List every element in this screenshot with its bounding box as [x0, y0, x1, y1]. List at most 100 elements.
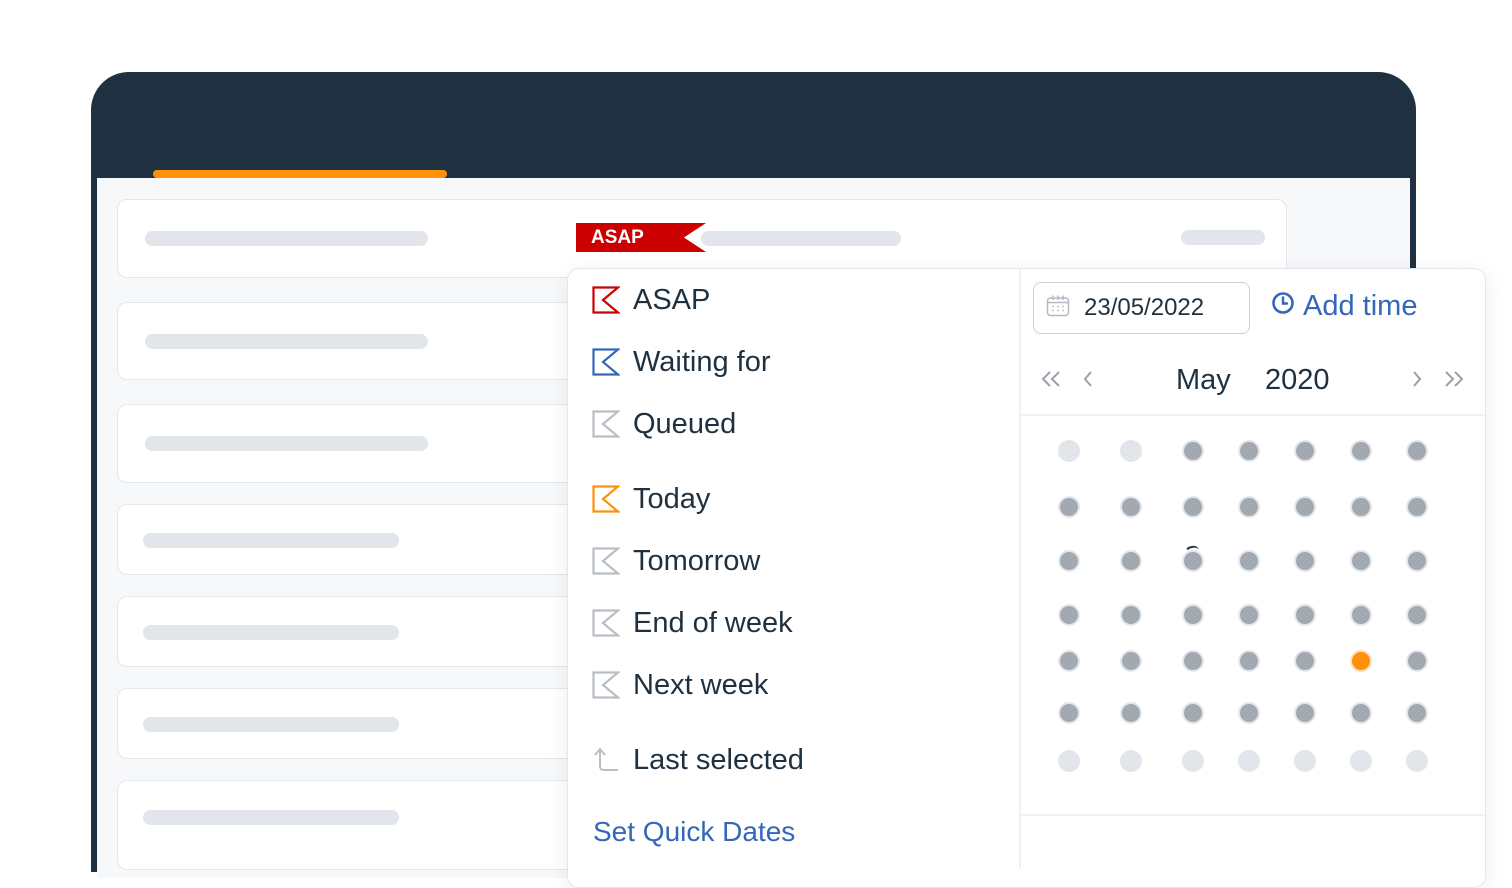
- skeleton-meta: [1181, 230, 1265, 245]
- calendar-day[interactable]: [1238, 750, 1260, 772]
- calendar-day[interactable]: [1350, 440, 1372, 462]
- clock-icon: [1271, 290, 1303, 323]
- flag-icon: [592, 286, 620, 314]
- calendar-day[interactable]: [1406, 650, 1428, 672]
- calendar-day[interactable]: [1294, 550, 1316, 572]
- return-arrow-icon: [592, 746, 620, 774]
- calendar-day[interactable]: [1058, 650, 1080, 672]
- calendar-day[interactable]: [1182, 650, 1204, 672]
- skeleton-subject: [701, 231, 901, 246]
- calendar-year-select[interactable]: 2020: [1265, 364, 1330, 397]
- calendar-day[interactable]: [1238, 702, 1260, 724]
- calendar-day[interactable]: [1182, 750, 1204, 772]
- quick-date-tomorrow[interactable]: Tomorrow: [592, 541, 760, 581]
- calendar-day[interactable]: [1120, 604, 1142, 626]
- skeleton-title: [145, 231, 428, 246]
- flag-icon: [592, 609, 620, 637]
- calendar-day[interactable]: [1350, 604, 1372, 626]
- calendar-month-select[interactable]: May: [1176, 364, 1231, 397]
- flag-icon: [592, 547, 620, 575]
- calendar-day[interactable]: [1120, 550, 1142, 572]
- next-month-button[interactable]: [1402, 366, 1432, 396]
- calendar-day[interactable]: [1182, 496, 1204, 518]
- quick-date-next-week[interactable]: Next week: [592, 665, 768, 705]
- quick-date-label: Last selected: [633, 743, 804, 776]
- calendar-day[interactable]: [1294, 650, 1316, 672]
- quick-date-label: Next week: [633, 668, 769, 701]
- quick-date-today[interactable]: Today: [592, 479, 710, 519]
- calendar-day[interactable]: [1406, 550, 1428, 572]
- calendar-day[interactable]: [1238, 440, 1260, 462]
- skeleton-title: [143, 717, 399, 732]
- active-tab-indicator[interactable]: [153, 170, 447, 178]
- quick-date-last-selected[interactable]: Last selected: [592, 740, 804, 780]
- skeleton-title: [145, 436, 428, 451]
- skeleton-title: [143, 533, 399, 548]
- flag-icon: [592, 348, 620, 376]
- add-time-button[interactable]: Add time: [1271, 290, 1417, 323]
- popup-divider: [1019, 269, 1021, 869]
- quick-date-label: Today: [633, 482, 711, 515]
- calendar-day[interactable]: [1350, 702, 1372, 724]
- calendar-day[interactable]: [1350, 750, 1372, 772]
- calendar-day[interactable]: [1294, 604, 1316, 626]
- skeleton-title: [143, 625, 399, 640]
- calendar-day[interactable]: [1182, 702, 1204, 724]
- prev-month-button[interactable]: [1073, 366, 1103, 396]
- flag-icon: [592, 671, 620, 699]
- calendar-day[interactable]: [1406, 496, 1428, 518]
- date-input[interactable]: 23/05/2022: [1033, 282, 1250, 334]
- calendar-day[interactable]: [1120, 750, 1142, 772]
- calendar-day[interactable]: [1120, 650, 1142, 672]
- quick-date-queued[interactable]: Queued: [592, 404, 736, 444]
- calendar-day-selected[interactable]: [1350, 650, 1372, 672]
- quick-date-asap[interactable]: ASAP: [592, 280, 710, 320]
- calendar-day[interactable]: [1238, 496, 1260, 518]
- calendar-icon: [1046, 295, 1070, 321]
- calendar-day[interactable]: [1182, 440, 1204, 462]
- calendar-day[interactable]: [1406, 750, 1428, 772]
- calendar-day[interactable]: [1058, 440, 1080, 462]
- list-item[interactable]: [117, 199, 1287, 278]
- calendar-day[interactable]: [1058, 550, 1080, 572]
- calendar-day[interactable]: [1058, 604, 1080, 626]
- flag-icon: [592, 410, 620, 438]
- calendar-day[interactable]: [1058, 750, 1080, 772]
- calendar-day[interactable]: [1120, 496, 1142, 518]
- chevron-left-icon: [1082, 370, 1094, 392]
- calendar-day[interactable]: [1350, 550, 1372, 572]
- calendar-day[interactable]: [1294, 702, 1316, 724]
- calendar-header-divider: [1020, 414, 1484, 416]
- double-chevron-left-icon: [1040, 370, 1062, 392]
- quick-date-label: Waiting for: [633, 345, 771, 378]
- calendar-day[interactable]: [1238, 650, 1260, 672]
- quick-date-end-of-week[interactable]: End of week: [592, 603, 793, 643]
- calendar-day[interactable]: [1182, 604, 1204, 626]
- calendar-footer-divider: [1020, 814, 1484, 816]
- date-input-value: 23/05/2022: [1084, 294, 1205, 321]
- set-quick-dates-link[interactable]: Set Quick Dates: [593, 816, 795, 848]
- quick-date-waiting-for[interactable]: Waiting for: [592, 342, 771, 382]
- next-year-button[interactable]: [1439, 366, 1469, 396]
- calendar-day[interactable]: [1406, 604, 1428, 626]
- flag-icon: [592, 485, 620, 513]
- quick-date-label: ASAP: [633, 283, 711, 316]
- calendar-day[interactable]: [1120, 440, 1142, 462]
- calendar-day[interactable]: [1238, 604, 1260, 626]
- quick-date-label: Queued: [633, 407, 737, 440]
- quick-date-label: End of week: [633, 606, 793, 639]
- calendar-day[interactable]: [1294, 496, 1316, 518]
- prev-year-button[interactable]: [1036, 366, 1066, 396]
- calendar-day[interactable]: [1120, 702, 1142, 724]
- calendar-day[interactable]: [1350, 496, 1372, 518]
- calendar-day[interactable]: [1294, 750, 1316, 772]
- calendar-day[interactable]: [1238, 550, 1260, 572]
- calendar-day[interactable]: [1406, 702, 1428, 724]
- skeleton-title: [145, 334, 428, 349]
- quick-date-label: Tomorrow: [633, 544, 761, 577]
- double-chevron-right-icon: [1443, 370, 1465, 392]
- calendar-day[interactable]: [1294, 440, 1316, 462]
- calendar-day[interactable]: [1406, 440, 1428, 462]
- calendar-day[interactable]: [1058, 496, 1080, 518]
- calendar-day[interactable]: [1058, 702, 1080, 724]
